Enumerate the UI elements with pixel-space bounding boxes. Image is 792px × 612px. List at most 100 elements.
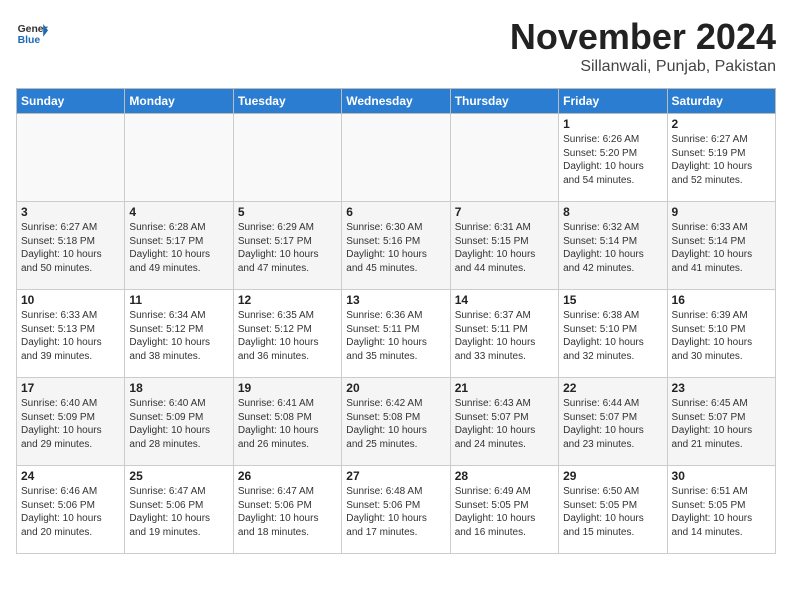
day-info: Sunrise: 6:30 AMSunset: 5:16 PMDaylight:…: [346, 221, 445, 275]
calendar-cell: 26 Sunrise: 6:47 AMSunset: 5:06 PMDayligh…: [233, 466, 341, 554]
day-info: Sunrise: 6:31 AMSunset: 5:15 PMDaylight:…: [455, 221, 554, 275]
day-number: 9: [672, 205, 771, 219]
calendar-cell: 6 Sunrise: 6:30 AMSunset: 5:16 PMDaylight…: [342, 202, 450, 290]
title-block: November 2024 Sillanwali, Punjab, Pakist…: [510, 16, 776, 76]
day-number: 4: [129, 205, 228, 219]
day-info: Sunrise: 6:33 AMSunset: 5:13 PMDaylight:…: [21, 309, 120, 363]
day-number: 12: [238, 293, 337, 307]
weekday-header-tuesday: Tuesday: [233, 89, 341, 114]
day-info: Sunrise: 6:46 AMSunset: 5:06 PMDaylight:…: [21, 485, 120, 539]
day-info: Sunrise: 6:44 AMSunset: 5:07 PMDaylight:…: [563, 397, 662, 451]
weekday-header-wednesday: Wednesday: [342, 89, 450, 114]
day-info: Sunrise: 6:47 AMSunset: 5:06 PMDaylight:…: [129, 485, 228, 539]
day-number: 17: [21, 381, 120, 395]
day-number: 14: [455, 293, 554, 307]
location: Sillanwali, Punjab, Pakistan: [510, 58, 776, 76]
calendar-cell: 1 Sunrise: 6:26 AMSunset: 5:20 PMDaylight…: [559, 114, 667, 202]
calendar-cell: [450, 114, 558, 202]
day-number: 5: [238, 205, 337, 219]
calendar-cell: 3 Sunrise: 6:27 AMSunset: 5:18 PMDaylight…: [17, 202, 125, 290]
day-info: Sunrise: 6:35 AMSunset: 5:12 PMDaylight:…: [238, 309, 337, 363]
day-info: Sunrise: 6:29 AMSunset: 5:17 PMDaylight:…: [238, 221, 337, 275]
calendar-cell: 24Sunrise: 6:46 AMSunset: 5:06 PMDayligh…: [17, 466, 125, 554]
day-info: Sunrise: 6:37 AMSunset: 5:11 PMDaylight:…: [455, 309, 554, 363]
calendar-cell: 22 Sunrise: 6:44 AMSunset: 5:07 PMDayligh…: [559, 378, 667, 466]
day-info: Sunrise: 6:49 AMSunset: 5:05 PMDaylight:…: [455, 485, 554, 539]
day-number: 23: [672, 381, 771, 395]
day-info: Sunrise: 6:51 AMSunset: 5:05 PMDaylight:…: [672, 485, 771, 539]
calendar-cell: 15Sunrise: 6:38 AMSunset: 5:10 PMDayligh…: [559, 290, 667, 378]
day-info: Sunrise: 6:34 AMSunset: 5:12 PMDaylight:…: [129, 309, 228, 363]
calendar-cell: 25 Sunrise: 6:47 AMSunset: 5:06 PMDayligh…: [125, 466, 233, 554]
calendar-cell: 7 Sunrise: 6:31 AMSunset: 5:15 PMDaylight…: [450, 202, 558, 290]
calendar-cell: 18 Sunrise: 6:40 AMSunset: 5:09 PMDayligh…: [125, 378, 233, 466]
calendar-cell: 11 Sunrise: 6:34 AMSunset: 5:12 PMDayligh…: [125, 290, 233, 378]
calendar-cell: 19 Sunrise: 6:41 AMSunset: 5:08 PMDayligh…: [233, 378, 341, 466]
day-number: 21: [455, 381, 554, 395]
day-number: 6: [346, 205, 445, 219]
day-info: Sunrise: 6:43 AMSunset: 5:07 PMDaylight:…: [455, 397, 554, 451]
calendar-cell: 5 Sunrise: 6:29 AMSunset: 5:17 PMDaylight…: [233, 202, 341, 290]
day-info: Sunrise: 6:50 AMSunset: 5:05 PMDaylight:…: [563, 485, 662, 539]
calendar-cell: [342, 114, 450, 202]
calendar-cell: 21 Sunrise: 6:43 AMSunset: 5:07 PMDayligh…: [450, 378, 558, 466]
day-info: Sunrise: 6:28 AMSunset: 5:17 PMDaylight:…: [129, 221, 228, 275]
day-info: Sunrise: 6:45 AMSunset: 5:07 PMDaylight:…: [672, 397, 771, 451]
day-number: 18: [129, 381, 228, 395]
day-info: Sunrise: 6:33 AMSunset: 5:14 PMDaylight:…: [672, 221, 771, 275]
calendar-cell: 29 Sunrise: 6:50 AMSunset: 5:05 PMDayligh…: [559, 466, 667, 554]
day-info: Sunrise: 6:39 AMSunset: 5:10 PMDaylight:…: [672, 309, 771, 363]
day-info: Sunrise: 6:41 AMSunset: 5:08 PMDaylight:…: [238, 397, 337, 451]
day-number: 25: [129, 469, 228, 483]
calendar-cell: 14 Sunrise: 6:37 AMSunset: 5:11 PMDayligh…: [450, 290, 558, 378]
calendar-cell: 8 Sunrise: 6:32 AMSunset: 5:14 PMDaylight…: [559, 202, 667, 290]
day-number: 28: [455, 469, 554, 483]
calendar-cell: 9 Sunrise: 6:33 AMSunset: 5:14 PMDaylight…: [667, 202, 775, 290]
day-number: 11: [129, 293, 228, 307]
day-number: 3: [21, 205, 120, 219]
day-number: 2: [672, 117, 771, 131]
day-info: Sunrise: 6:48 AMSunset: 5:06 PMDaylight:…: [346, 485, 445, 539]
day-number: 20: [346, 381, 445, 395]
day-info: Sunrise: 6:47 AMSunset: 5:06 PMDaylight:…: [238, 485, 337, 539]
weekday-header-friday: Friday: [559, 89, 667, 114]
calendar-cell: 10 Sunrise: 6:33 AMSunset: 5:13 PMDayligh…: [17, 290, 125, 378]
calendar-cell: 20 Sunrise: 6:42 AMSunset: 5:08 PMDayligh…: [342, 378, 450, 466]
day-number: 13: [346, 293, 445, 307]
calendar-cell: 16 Sunrise: 6:39 AMSunset: 5:10 PMDayligh…: [667, 290, 775, 378]
weekday-header-monday: Monday: [125, 89, 233, 114]
calendar-cell: 27 Sunrise: 6:48 AMSunset: 5:06 PMDayligh…: [342, 466, 450, 554]
weekday-header-sunday: Sunday: [17, 89, 125, 114]
calendar-cell: 2 Sunrise: 6:27 AMSunset: 5:19 PMDaylight…: [667, 114, 775, 202]
day-number: 22: [563, 381, 662, 395]
calendar-cell: 30Sunrise: 6:51 AMSunset: 5:05 PMDayligh…: [667, 466, 775, 554]
day-info: Sunrise: 6:32 AMSunset: 5:14 PMDaylight:…: [563, 221, 662, 275]
day-number: 7: [455, 205, 554, 219]
day-number: 29: [563, 469, 662, 483]
calendar-table: SundayMondayTuesdayWednesdayThursdayFrid…: [16, 88, 776, 554]
day-info: Sunrise: 6:27 AMSunset: 5:19 PMDaylight:…: [672, 133, 771, 187]
day-number: 10: [21, 293, 120, 307]
day-info: Sunrise: 6:27 AMSunset: 5:18 PMDaylight:…: [21, 221, 120, 275]
calendar-cell: 17 Sunrise: 6:40 AMSunset: 5:09 PMDayligh…: [17, 378, 125, 466]
day-info: Sunrise: 6:42 AMSunset: 5:08 PMDaylight:…: [346, 397, 445, 451]
day-info: Sunrise: 6:26 AMSunset: 5:20 PMDaylight:…: [563, 133, 662, 187]
calendar-cell: [17, 114, 125, 202]
calendar-cell: 4 Sunrise: 6:28 AMSunset: 5:17 PMDaylight…: [125, 202, 233, 290]
day-number: 1: [563, 117, 662, 131]
day-number: 16: [672, 293, 771, 307]
day-info: Sunrise: 6:40 AMSunset: 5:09 PMDaylight:…: [21, 397, 120, 451]
day-number: 15: [563, 293, 662, 307]
logo-icon: General Blue: [16, 16, 48, 48]
day-number: 19: [238, 381, 337, 395]
day-number: 8: [563, 205, 662, 219]
calendar-cell: [125, 114, 233, 202]
weekday-header-saturday: Saturday: [667, 89, 775, 114]
logo: General Blue: [16, 16, 48, 48]
day-number: 26: [238, 469, 337, 483]
svg-text:Blue: Blue: [18, 35, 41, 46]
day-number: 27: [346, 469, 445, 483]
day-info: Sunrise: 6:40 AMSunset: 5:09 PMDaylight:…: [129, 397, 228, 451]
calendar-cell: 28 Sunrise: 6:49 AMSunset: 5:05 PMDayligh…: [450, 466, 558, 554]
weekday-header-thursday: Thursday: [450, 89, 558, 114]
